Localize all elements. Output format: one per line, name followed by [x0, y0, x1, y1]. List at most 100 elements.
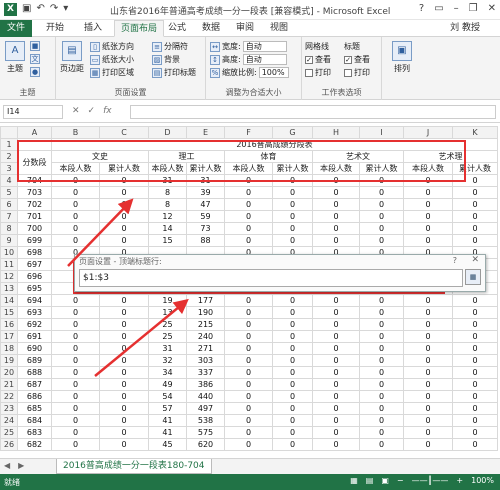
cell[interactable]: 41: [148, 426, 187, 439]
undo-icon[interactable]: ↶: [36, 3, 44, 14]
row-header[interactable]: 24: [0, 414, 18, 427]
score-cell[interactable]: 682: [17, 438, 52, 451]
cell[interactable]: 190: [186, 306, 225, 319]
cell[interactable]: 0: [312, 366, 360, 379]
cell[interactable]: 0: [99, 354, 149, 367]
cell[interactable]: 0: [272, 306, 313, 319]
cell[interactable]: 0: [403, 186, 453, 199]
column-header[interactable]: I: [359, 126, 404, 139]
row-header[interactable]: 21: [0, 378, 18, 391]
margins-button[interactable]: ▤ 页边距: [58, 41, 86, 74]
name-box[interactable]: I14: [3, 105, 63, 119]
score-cell[interactable]: 697: [17, 258, 52, 271]
cell[interactable]: 0: [403, 414, 453, 427]
cell[interactable]: 0: [272, 426, 313, 439]
row-header[interactable]: 26: [0, 438, 18, 451]
cell[interactable]: 0: [51, 354, 100, 367]
cell[interactable]: 14: [148, 222, 187, 235]
range-picker-icon[interactable]: ▦: [465, 269, 481, 285]
cell[interactable]: 88: [186, 234, 225, 247]
cell[interactable]: 0: [403, 342, 453, 355]
cell[interactable]: 0: [224, 402, 273, 415]
cell[interactable]: 49: [148, 378, 187, 391]
cell[interactable]: 0: [224, 378, 273, 391]
score-cell[interactable]: 699: [17, 234, 52, 247]
sheet-tab[interactable]: 2016普高成绩一分一段表180-704: [56, 459, 212, 474]
prev-sheet-icon[interactable]: ◀: [4, 461, 10, 470]
zoom-in-icon[interactable]: +: [456, 476, 463, 485]
title-rows-input[interactable]: $1:$3: [79, 269, 463, 287]
cell[interactable]: 0: [359, 234, 404, 247]
cell[interactable]: 45: [148, 438, 187, 451]
row-header[interactable]: 22: [0, 390, 18, 403]
cell[interactable]: 0: [452, 306, 498, 319]
cell[interactable]: 0: [359, 438, 404, 451]
cell[interactable]: 0: [99, 210, 149, 223]
cell[interactable]: 0: [272, 222, 313, 235]
cell[interactable]: 0: [452, 210, 498, 223]
cell[interactable]: 0: [312, 342, 360, 355]
cell[interactable]: 0: [99, 426, 149, 439]
theme-fonts-button[interactable]: 文: [30, 54, 40, 64]
cell[interactable]: 8: [148, 186, 187, 199]
select-all-corner[interactable]: [0, 126, 18, 139]
cell[interactable]: 0: [272, 366, 313, 379]
cell[interactable]: 41: [148, 414, 187, 427]
cell[interactable]: 497: [186, 402, 225, 415]
column-header[interactable]: E: [186, 126, 225, 139]
save-icon[interactable]: ▣: [22, 3, 31, 14]
score-cell[interactable]: 693: [17, 306, 52, 319]
cell[interactable]: 0: [224, 414, 273, 427]
cell[interactable]: 0: [403, 222, 453, 235]
cell[interactable]: 0: [99, 318, 149, 331]
row-header[interactable]: 19: [0, 354, 18, 367]
cell[interactable]: 0: [359, 210, 404, 223]
restore-icon[interactable]: ❐: [469, 3, 478, 14]
cell[interactable]: 0: [224, 318, 273, 331]
orientation-button[interactable]: ▯ 纸张方向: [90, 41, 134, 52]
cell[interactable]: 0: [51, 402, 100, 415]
cell[interactable]: 0: [51, 198, 100, 211]
score-cell[interactable]: 686: [17, 390, 52, 403]
cell[interactable]: 0: [224, 294, 273, 307]
cell[interactable]: 0: [452, 378, 498, 391]
cell[interactable]: 0: [224, 198, 273, 211]
cell[interactable]: 0: [312, 390, 360, 403]
cell[interactable]: 0: [452, 426, 498, 439]
cell[interactable]: 0: [272, 354, 313, 367]
cell[interactable]: 0: [51, 306, 100, 319]
row-header[interactable]: 7: [0, 210, 18, 223]
column-header[interactable]: B: [51, 126, 100, 139]
cell[interactable]: 0: [403, 390, 453, 403]
cell[interactable]: 0: [452, 186, 498, 199]
minimize-icon[interactable]: –: [454, 3, 459, 14]
cell[interactable]: 0: [359, 366, 404, 379]
row-header[interactable]: 15: [0, 306, 18, 319]
cell[interactable]: 271: [186, 342, 225, 355]
column-header[interactable]: H: [312, 126, 360, 139]
cell[interactable]: 12: [148, 210, 187, 223]
row-header[interactable]: 25: [0, 426, 18, 439]
headings-print-checkbox[interactable]: 打印: [344, 67, 370, 78]
cell[interactable]: 0: [224, 354, 273, 367]
cell[interactable]: 54: [148, 390, 187, 403]
score-cell[interactable]: 691: [17, 330, 52, 343]
height-select[interactable]: 自动: [242, 54, 287, 65]
column-header[interactable]: J: [403, 126, 453, 139]
row-header[interactable]: 14: [0, 294, 18, 307]
cell[interactable]: 0: [359, 426, 404, 439]
cell[interactable]: 73: [186, 222, 225, 235]
dialog-close-button[interactable]: ✕: [471, 255, 479, 265]
cell[interactable]: 0: [312, 426, 360, 439]
cell[interactable]: 0: [51, 318, 100, 331]
score-cell[interactable]: 695: [17, 282, 52, 295]
next-sheet-icon[interactable]: ▶: [18, 461, 24, 470]
cell[interactable]: 19: [148, 294, 187, 307]
cell[interactable]: 0: [272, 234, 313, 247]
cell[interactable]: 0: [224, 390, 273, 403]
score-cell[interactable]: 685: [17, 402, 52, 415]
cell[interactable]: 0: [312, 306, 360, 319]
column-header[interactable]: F: [224, 126, 273, 139]
cell[interactable]: 0: [272, 294, 313, 307]
row-header[interactable]: 8: [0, 222, 18, 235]
